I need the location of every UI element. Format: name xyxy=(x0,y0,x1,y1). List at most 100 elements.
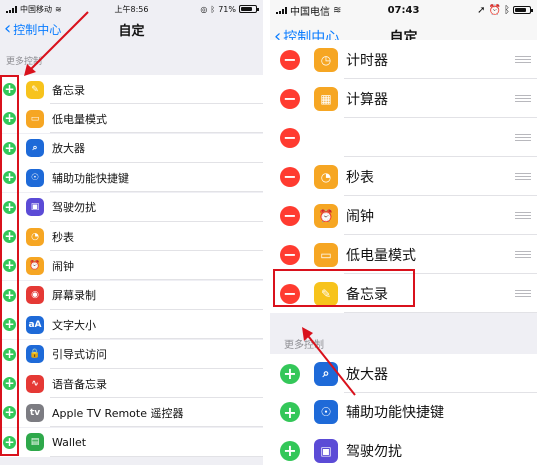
battery-percent: 71% xyxy=(218,4,236,14)
chevron-left-icon: ‹ xyxy=(4,18,12,39)
lock-rotation-icon: ◎ xyxy=(200,4,208,14)
magnifier-icon: ⌕ xyxy=(314,361,338,386)
car-icon: ▣ xyxy=(314,438,338,463)
control-label: 放大器 xyxy=(52,142,85,156)
status-bar: 中国电信 ≋ 07:43 ➚ ⏰ ᛒ xyxy=(270,3,537,18)
remove-control-button[interactable]: − xyxy=(280,244,300,265)
alarm-icon: ⏰ xyxy=(314,203,338,228)
control-label: 低电量模式 xyxy=(52,112,107,126)
list-item: + ▣ 驾驶勿扰 xyxy=(0,192,263,222)
voice-memo-icon: ∿ xyxy=(26,374,44,393)
remove-control-button[interactable]: − xyxy=(280,166,300,187)
accessibility-icon: ☉ xyxy=(26,168,44,187)
control-label: 引导式访问 xyxy=(52,348,107,362)
list-item: + tv Apple TV Remote 遥控器 xyxy=(0,398,263,428)
list-item: − ◷ 计时器 xyxy=(270,40,537,79)
control-label: 秒表 xyxy=(52,230,74,244)
add-control-button[interactable]: + xyxy=(280,440,300,461)
hidden-icon xyxy=(314,125,338,150)
list-item: + ▣ 驾驶勿扰 xyxy=(270,431,537,465)
highlight-add-buttons xyxy=(0,75,19,456)
list-item: + ∿ 语音备忘录 xyxy=(0,369,263,398)
reorder-handle-icon[interactable] xyxy=(515,251,531,258)
remove-control-button[interactable]: − xyxy=(280,49,300,70)
control-label: 秒表 xyxy=(346,169,374,186)
list-item: − xyxy=(270,118,537,157)
back-label: 控制中心 xyxy=(13,22,62,37)
list-item: + ✎ 备忘录 xyxy=(0,75,263,104)
stopwatch-icon: ◔ xyxy=(314,164,338,189)
lock-icon: 🔒 xyxy=(26,345,44,364)
bluetooth-icon: ᛒ xyxy=(504,4,510,16)
alarm-icon: ⏰ xyxy=(26,256,44,275)
control-label: 语音备忘录 xyxy=(52,377,107,391)
control-label: 计时器 xyxy=(346,52,388,69)
control-label: 辅助功能快捷键 xyxy=(346,405,444,421)
control-label: 驾驶勿扰 xyxy=(52,201,96,215)
list-item: − ▦ 计算器 xyxy=(270,79,537,118)
add-control-button[interactable]: + xyxy=(280,402,300,422)
control-label: 闹钟 xyxy=(346,208,374,225)
section-header: 更多控制 xyxy=(284,340,324,351)
list-item: + ⏰ 闹钟 xyxy=(0,251,263,281)
control-label: 闹钟 xyxy=(52,259,74,273)
remove-control-button[interactable]: − xyxy=(280,127,300,148)
control-label: 辅助功能快捷键 xyxy=(52,171,129,185)
battery-icon xyxy=(513,6,533,14)
reorder-handle-icon[interactable] xyxy=(515,95,531,102)
status-bar: 中国移动 ≋ 上午8:56 ◎ ᛒ 71% xyxy=(0,2,263,16)
list-item: + ▭ 低电量模式 xyxy=(0,104,263,134)
list-item: + ⌕ 放大器 xyxy=(0,133,263,163)
list-item: + ◉ 屏幕录制 xyxy=(0,280,263,310)
list-item: + 🔒 引导式访问 xyxy=(0,339,263,369)
control-label: 低电量模式 xyxy=(346,247,416,264)
list-item: + ☉ 辅助功能快捷键 xyxy=(0,163,263,193)
section-header: 更多控制 xyxy=(6,57,43,67)
screen-record-icon: ◉ xyxy=(26,286,44,305)
battery-icon xyxy=(239,5,259,13)
remove-control-button[interactable]: − xyxy=(280,88,300,109)
wallet-icon: ▤ xyxy=(26,433,44,452)
accessibility-icon: ☉ xyxy=(314,400,338,424)
reorder-handle-icon[interactable] xyxy=(515,173,531,180)
right-screen: 中国电信 ≋ 07:43 ➚ ⏰ ᛒ ‹ 控制中心 自定 − ◷ 计时器 − ▦ 计算器 −… xyxy=(270,0,537,465)
remove-control-button[interactable]: − xyxy=(280,205,300,226)
control-label: 计算器 xyxy=(346,91,388,108)
back-button[interactable]: ‹ 控制中心 xyxy=(4,20,61,38)
list-item: + ▤ Wallet xyxy=(0,427,263,457)
low-power-icon: ▭ xyxy=(314,242,338,267)
text-size-icon: aA xyxy=(26,315,44,334)
add-control-button[interactable]: + xyxy=(280,363,300,384)
timer-icon: ◷ xyxy=(314,47,338,72)
notes-icon: ✎ xyxy=(26,80,44,99)
reorder-handle-icon[interactable] xyxy=(515,212,531,219)
control-label: 放大器 xyxy=(346,366,388,383)
car-icon: ▣ xyxy=(26,198,44,217)
low-power-icon: ▭ xyxy=(26,109,44,128)
list-item: + ⌕ 放大器 xyxy=(270,354,537,393)
control-label: 文字大小 xyxy=(52,318,96,332)
left-screen: 中国移动 ≋ 上午8:56 ◎ ᛒ 71% ‹ 控制中心 自定 更多控制 + ✎ 备… xyxy=(0,0,263,465)
control-label: 备忘录 xyxy=(52,83,85,97)
magnifier-icon: ⌕ xyxy=(26,139,44,158)
list-item: − ◔ 秒表 xyxy=(270,157,537,196)
list-item: + aA 文字大小 xyxy=(0,310,263,340)
list-item: − ⏰ 闹钟 xyxy=(270,196,537,235)
control-label: Wallet xyxy=(52,435,87,449)
control-label: 屏幕录制 xyxy=(52,289,96,303)
calculator-icon: ▦ xyxy=(314,86,338,111)
control-label: 驾驶勿扰 xyxy=(346,443,402,460)
reorder-handle-icon[interactable] xyxy=(515,290,531,297)
highlight-notes-row xyxy=(273,269,415,307)
apple-tv-icon: tv xyxy=(26,403,44,422)
control-label: Apple TV Remote 遥控器 xyxy=(52,406,184,420)
bluetooth-icon: ᛒ xyxy=(210,4,216,14)
reorder-handle-icon[interactable] xyxy=(515,134,531,141)
list-item: + ☉ 辅助功能快捷键 xyxy=(270,392,537,432)
nav-bar: ‹ 控制中心 自定 xyxy=(0,16,263,42)
location-icon: ➚ xyxy=(477,4,486,16)
alarm-status-icon: ⏰ xyxy=(488,4,501,16)
reorder-handle-icon[interactable] xyxy=(515,56,531,63)
stopwatch-icon: ◔ xyxy=(26,227,44,246)
list-item: + ◔ 秒表 xyxy=(0,222,263,251)
